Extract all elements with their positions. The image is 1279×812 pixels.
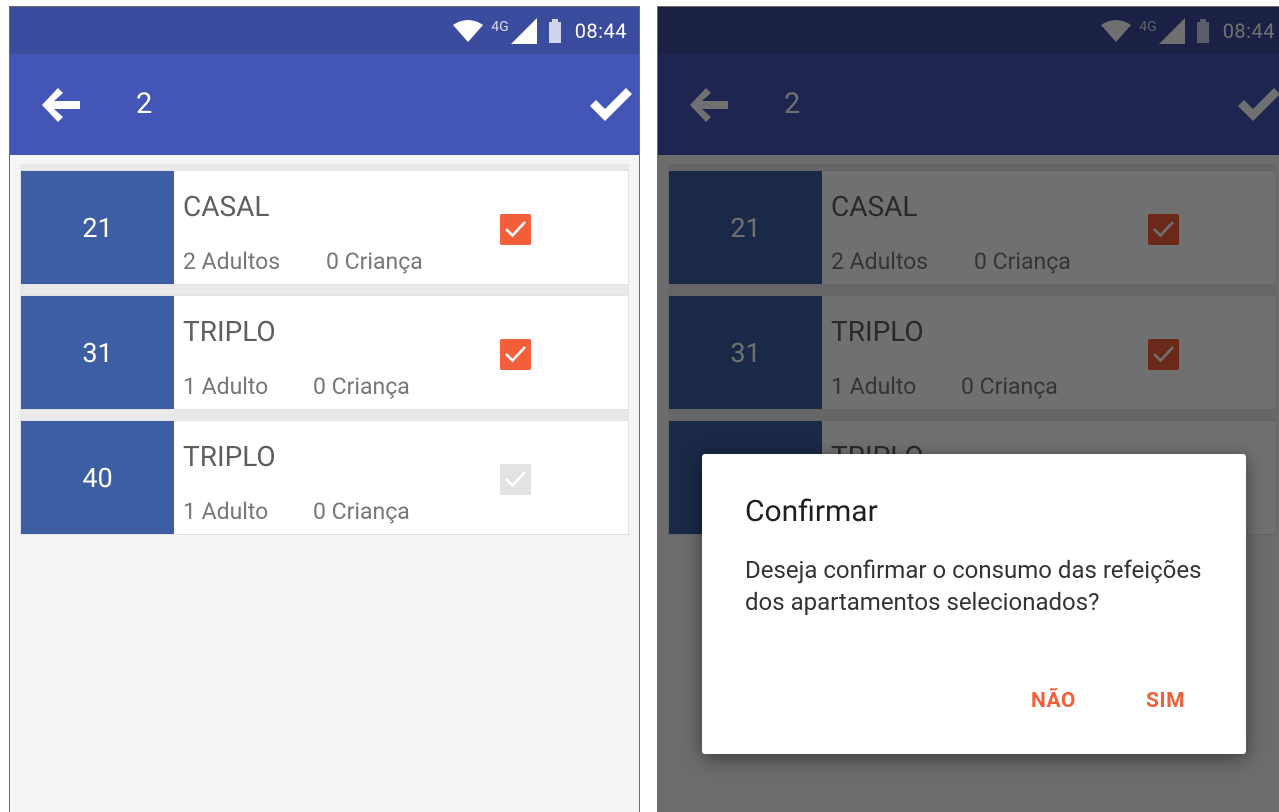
check-icon [587, 88, 635, 133]
adults-count: 1 Adulto [183, 373, 269, 400]
room-number: 31 [21, 296, 174, 409]
confirm-button[interactable] [587, 81, 635, 129]
wifi-icon [453, 20, 484, 42]
screen-room-list: 4G 08:44 2 21 CASAL 2 Adultos 0 Criança … [9, 6, 640, 812]
back-button[interactable] [36, 81, 84, 129]
room-list: 21 CASAL 2 Adultos 0 Criança 31 TRIPLO 1… [20, 164, 629, 535]
children-count: 0 Criança [326, 248, 423, 275]
dialog-message: Deseja confirmar o consumo das refeições… [745, 556, 1202, 616]
children-count: 0 Criança [313, 373, 410, 400]
children-count: 0 Criança [313, 498, 410, 525]
room-checkbox[interactable] [500, 339, 531, 370]
room-type: TRIPLO [183, 440, 276, 473]
app-bar: 2 [10, 54, 639, 155]
status-time: 08:44 [574, 19, 627, 43]
screen-confirm-dialog: 4G 08:44 2 21 CASAL 2 Adultos 0 Criança … [657, 6, 1279, 812]
room-checkbox[interactable] [500, 464, 531, 495]
room-card-21[interactable]: 21 CASAL 2 Adultos 0 Criança [20, 170, 629, 285]
room-type: CASAL [183, 190, 270, 223]
battery-icon [548, 19, 561, 43]
confirm-dialog: Confirmar Deseja confirmar o consumo das… [702, 454, 1246, 754]
room-number: 21 [21, 171, 174, 284]
page-title: 2 [136, 87, 153, 121]
adults-count: 1 Adulto [183, 498, 269, 525]
adults-count: 2 Adultos [183, 248, 281, 275]
room-type: TRIPLO [183, 315, 276, 348]
room-checkbox[interactable] [500, 214, 531, 245]
dialog-title: Confirmar [745, 494, 878, 529]
room-card-40[interactable]: 40 TRIPLO 1 Adulto 0 Criança [20, 420, 629, 535]
room-number: 40 [21, 421, 174, 534]
signal-icon [510, 18, 537, 44]
network-type: 4G [491, 19, 509, 35]
status-bar: 4G 08:44 [10, 7, 639, 54]
yes-button[interactable]: SIM [1146, 689, 1185, 713]
no-button[interactable]: NÃO [1031, 689, 1076, 713]
arrow-left-icon [36, 88, 84, 133]
room-card-31[interactable]: 31 TRIPLO 1 Adulto 0 Criança [20, 295, 629, 410]
